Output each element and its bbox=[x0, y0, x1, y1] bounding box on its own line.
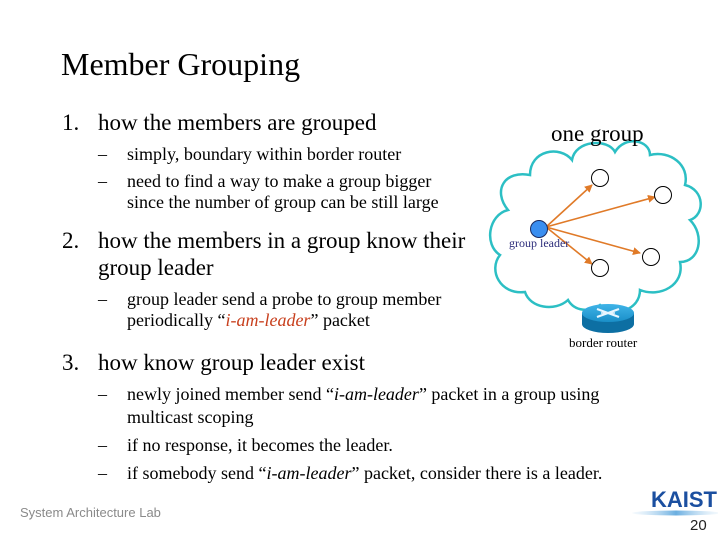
subitem-1-2: – need to find a way to make a group big… bbox=[98, 171, 478, 215]
router-label: border router bbox=[569, 335, 638, 350]
item-text: how the members are grouped bbox=[98, 110, 377, 135]
subitem-3-1: – newly joined member send “i-am-leader”… bbox=[98, 384, 698, 428]
router-icon bbox=[582, 304, 634, 333]
subitem-text: simply, boundary within border router bbox=[127, 144, 402, 164]
subitem-2-1: – group leader send a probe to group mem… bbox=[98, 289, 488, 333]
item-text: how know group leader exist bbox=[98, 350, 365, 375]
item-text: how the members in a group know their bbox=[98, 228, 466, 253]
item-number: 1. bbox=[62, 110, 80, 135]
member-node bbox=[654, 186, 672, 204]
subitem-text: newly joined member send “i-am-leader” p… bbox=[127, 384, 599, 405]
slide-title: Member Grouping bbox=[61, 46, 301, 82]
packet-name: i-am-leader bbox=[333, 384, 419, 404]
subitem-text: if somebody send “i-am-leader” packet, c… bbox=[127, 463, 602, 484]
leader-label: group leader bbox=[509, 236, 570, 250]
dash-bullet: – bbox=[98, 435, 107, 455]
page-number: 20 bbox=[690, 517, 707, 534]
item-text-cont: group leader bbox=[98, 255, 214, 280]
subitem-1-1: – simply, boundary within border router bbox=[98, 144, 478, 165]
subitem-text: if no response, it becomes the leader. bbox=[127, 435, 393, 455]
logo-text: KAIST bbox=[651, 488, 718, 512]
kaist-logo-icon: KAIST bbox=[632, 487, 720, 516]
footer-lab-name: System Architecture Lab bbox=[20, 505, 161, 520]
subitem-text-cont: periodically “i-am-leader” packet bbox=[127, 310, 370, 331]
packet-name-highlight: i-am-leader bbox=[225, 310, 311, 330]
text-segment: if somebody send “ bbox=[127, 463, 267, 483]
subitem-3-3: – if somebody send “i-am-leader” packet,… bbox=[98, 463, 718, 484]
item-number: 2. bbox=[62, 228, 80, 253]
subitem-text-cont: multicast scoping bbox=[127, 407, 254, 427]
group-diagram bbox=[488, 140, 702, 333]
cloud-boundary bbox=[488, 140, 702, 313]
text-segment: periodically “ bbox=[127, 310, 226, 330]
subitem-text-cont: since the number of group can be still l… bbox=[127, 192, 439, 212]
dash-bullet: – bbox=[98, 384, 107, 404]
subitem-3-2: – if no response, it becomes the leader. bbox=[98, 435, 698, 456]
subitem-text: group leader send a probe to group membe… bbox=[127, 289, 442, 309]
dash-bullet: – bbox=[98, 144, 107, 164]
diagram-title: one group bbox=[551, 121, 644, 146]
dash-bullet: – bbox=[98, 171, 107, 191]
packet-name: i-am-leader bbox=[266, 463, 352, 483]
item-number: 3. bbox=[62, 350, 80, 375]
member-node bbox=[642, 248, 660, 266]
dash-bullet: – bbox=[98, 463, 107, 483]
dash-bullet: – bbox=[98, 289, 107, 309]
leader-node bbox=[530, 220, 548, 238]
subitem-text: need to find a way to make a group bigge… bbox=[127, 171, 432, 191]
text-segment: ” packet bbox=[310, 310, 370, 330]
text-segment: newly joined member send “ bbox=[127, 384, 334, 404]
list-item-3: 3. how know group leader exist bbox=[62, 350, 462, 376]
list-item-2: 2. how the members in a group know their… bbox=[62, 228, 482, 282]
kaist-logo: KAIST bbox=[626, 487, 720, 518]
list-item-1: 1. how the members are grouped bbox=[62, 110, 462, 136]
member-node bbox=[591, 169, 609, 187]
member-node bbox=[591, 259, 609, 277]
text-segment: ” packet in a group using bbox=[418, 384, 600, 404]
text-segment: ” packet, consider there is a leader. bbox=[351, 463, 603, 483]
